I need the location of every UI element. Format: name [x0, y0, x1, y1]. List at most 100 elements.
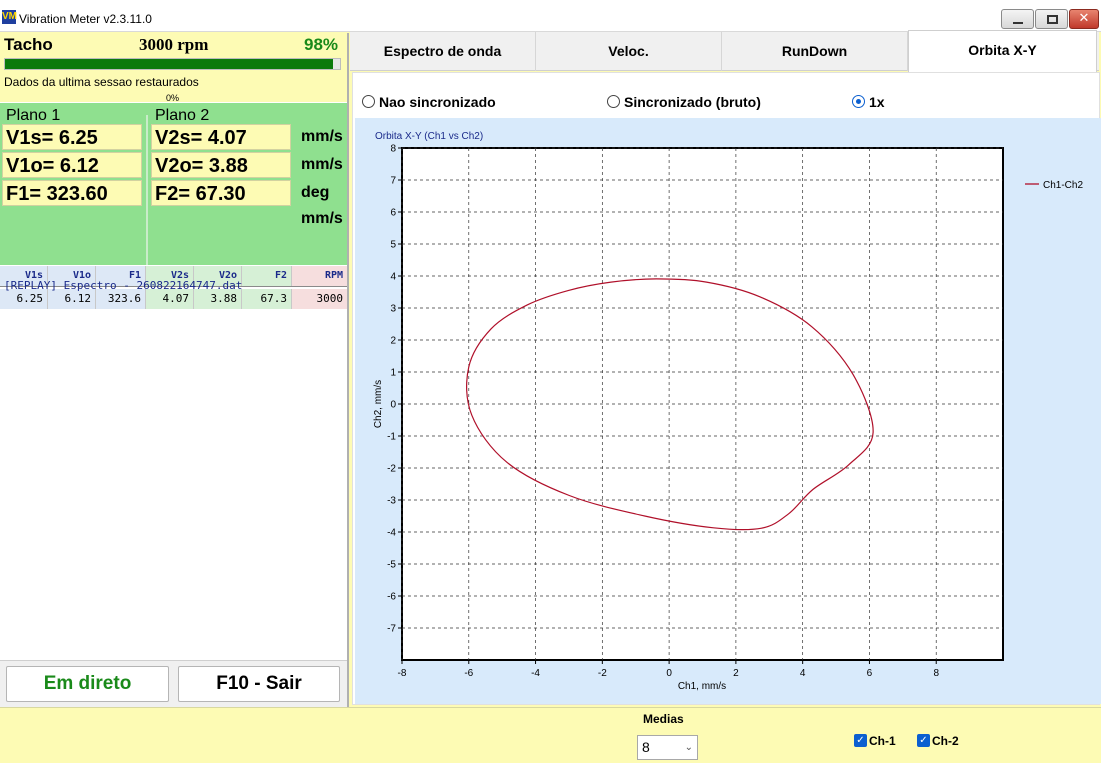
- y-tick-label: 1: [390, 368, 396, 379]
- chevron-down-icon: ⌄: [684, 742, 693, 753]
- radio-unchecked-icon: [362, 95, 375, 108]
- status-message: Dados da ultima sessao restaurados: [4, 75, 199, 89]
- y-tick-label: -3: [387, 496, 396, 507]
- tacho-rpm-value: 3000 rpm: [139, 35, 209, 54]
- minimize-icon: [1013, 22, 1023, 24]
- table-header: RPM: [292, 266, 348, 286]
- x-tick-label: 8: [933, 668, 939, 679]
- plane-1-title: Plano 1: [6, 107, 61, 124]
- radio-label: Nao sincronizado: [379, 94, 496, 110]
- measurement-panel: Plano 1 Plano 2 V1s= 6.25 V1o= 6.12 F1= …: [0, 103, 349, 265]
- y-tick-label: -7: [387, 624, 396, 635]
- y-tick-label: 4: [390, 272, 396, 283]
- unit-label: mm/s: [301, 156, 343, 173]
- x-tick-label: -8: [398, 668, 407, 679]
- x-tick-label: -2: [598, 668, 607, 679]
- table-cell: 3.88: [194, 289, 242, 309]
- y-tick-label: 7: [390, 176, 396, 187]
- checkbox-label: Ch-2: [932, 734, 959, 748]
- v2o-readout: V2o= 3.88: [151, 152, 291, 178]
- left-panel: Tacho 3000 rpm 98% Dados da ultima sessa…: [0, 33, 349, 707]
- orbit-chart-svg: -8 -6 -4 -2 0 2 4 6 8 -7 -6 -5 -4 -3 -2 -1 0 1 2 3 4 5 6 7 8 Orb…: [373, 131, 1083, 692]
- y-tick-label: -2: [387, 464, 396, 475]
- y-tick-label: 8: [390, 144, 396, 155]
- orbit-tab-content: Nao sincronizado Sincronizado (bruto) 1x…: [352, 72, 1101, 705]
- legend: Ch1-Ch2: [1025, 180, 1083, 191]
- title-bar: VM Vibration Meter v2.3.11.0 ✕: [0, 0, 1101, 32]
- radio-label: 1x: [869, 94, 885, 110]
- tacho-panel: Tacho 3000 rpm 98% Dados da ultima sessa…: [0, 33, 349, 103]
- bottom-bar: Medias 8 ⌄ ✓ Ch-1 ✓ Ch-2: [0, 707, 1101, 763]
- y-tick-label: 5: [390, 240, 396, 251]
- table-header: F2: [242, 266, 292, 286]
- y-tick-label: 0: [390, 400, 396, 411]
- v1s-readout: V1s= 6.25: [2, 124, 142, 150]
- log-line: [REPLAY] Espectro - 260822164747.dat: [4, 279, 243, 292]
- table-cell: 4.07: [146, 289, 194, 309]
- close-icon: ✕: [1078, 11, 1090, 26]
- tab-veloc[interactable]: Veloc.: [536, 32, 722, 71]
- x-tick-label: -6: [464, 668, 473, 679]
- radio-label: Sincronizado (bruto): [624, 94, 761, 110]
- maximize-button[interactable]: [1035, 9, 1068, 29]
- y-tick-label: -5: [387, 560, 396, 571]
- plane-2-title: Plano 2: [155, 107, 210, 124]
- medias-select[interactable]: 8 ⌄: [637, 735, 698, 760]
- f1-readout: F1= 323.60: [2, 180, 142, 206]
- x-tick-label: 0: [666, 668, 672, 679]
- tab-espectro-de-onda[interactable]: Espectro de onda: [350, 32, 536, 71]
- exit-button[interactable]: F10 - Sair: [178, 666, 340, 702]
- x-axis-label: Ch1, mm/s: [678, 681, 726, 692]
- table-cell: 67.3: [242, 289, 292, 309]
- v2s-readout: V2s= 4.07: [151, 124, 291, 150]
- checkbox-checked-icon: ✓: [854, 734, 867, 747]
- window-title: Vibration Meter v2.3.11.0: [19, 12, 152, 26]
- secondary-percent: 0%: [166, 93, 180, 103]
- sync-mode-options: Nao sincronizado Sincronizado (bruto) 1x: [353, 73, 1101, 117]
- y-tick-label: -6: [387, 592, 396, 603]
- table-cell: 6.25: [0, 289, 48, 309]
- tacho-label: Tacho: [4, 35, 53, 54]
- unit-label: deg: [301, 184, 330, 201]
- tab-rundown[interactable]: RunDown: [722, 32, 908, 71]
- maximize-icon: [1047, 15, 1058, 24]
- radio-unchecked-icon: [607, 95, 620, 108]
- tacho-progress-fill: [5, 59, 334, 69]
- table-cell: 6.12: [48, 289, 96, 309]
- y-tick-label: 6: [390, 208, 396, 219]
- table-row[interactable]: 6.25 6.12 323.6 4.07 3.88 67.3 3000: [0, 289, 348, 309]
- left-button-bar: Em direto F10 - Sair: [0, 660, 349, 707]
- table-cell: 323.6: [96, 289, 146, 309]
- y-tick-label: -4: [387, 528, 396, 539]
- panel-splitter[interactable]: [347, 33, 349, 707]
- minimize-button[interactable]: [1001, 9, 1034, 29]
- y-axis-label: Ch2, mm/s: [373, 380, 384, 428]
- medias-label: Medias: [643, 712, 684, 726]
- tab-orbita-x-y[interactable]: Orbita X-Y: [908, 30, 1097, 72]
- v1o-readout: V1o= 6.12: [2, 152, 142, 178]
- tab-bar: Espectro de onda Veloc. RunDown Orbita X…: [350, 30, 1099, 72]
- live-button[interactable]: Em direto: [6, 666, 169, 702]
- y-tick-label: 3: [390, 304, 396, 315]
- checkbox-label: Ch-1: [869, 734, 896, 748]
- checkbox-checked-icon: ✓: [917, 734, 930, 747]
- tacho-percent: 98%: [304, 35, 339, 54]
- tacho-progress-bar: [4, 58, 341, 70]
- close-button[interactable]: ✕: [1069, 9, 1099, 29]
- unit-label: mm/s: [301, 210, 343, 227]
- chart-title: Orbita X-Y (Ch1 vs Ch2): [375, 131, 483, 142]
- table-cell: 3000: [292, 289, 348, 309]
- y-tick-label: 2: [390, 336, 396, 347]
- x-tick-label: 4: [800, 668, 806, 679]
- y-tick-label: -1: [387, 432, 396, 443]
- app-logo-icon: VM: [2, 10, 17, 24]
- x-tick-label: -4: [531, 668, 540, 679]
- plane-divider: [146, 115, 148, 265]
- orbit-chart[interactable]: -8 -6 -4 -2 0 2 4 6 8 -7 -6 -5 -4 -3 -2 -1 0 1 2 3 4 5 6 7 8 Orb…: [355, 118, 1101, 704]
- radio-checked-icon: [852, 95, 865, 108]
- unit-label: mm/s: [301, 128, 343, 145]
- x-tick-label: 2: [733, 668, 739, 679]
- medias-value: 8: [642, 739, 650, 755]
- legend-label: Ch1-Ch2: [1043, 180, 1083, 191]
- x-tick-label: 6: [867, 668, 873, 679]
